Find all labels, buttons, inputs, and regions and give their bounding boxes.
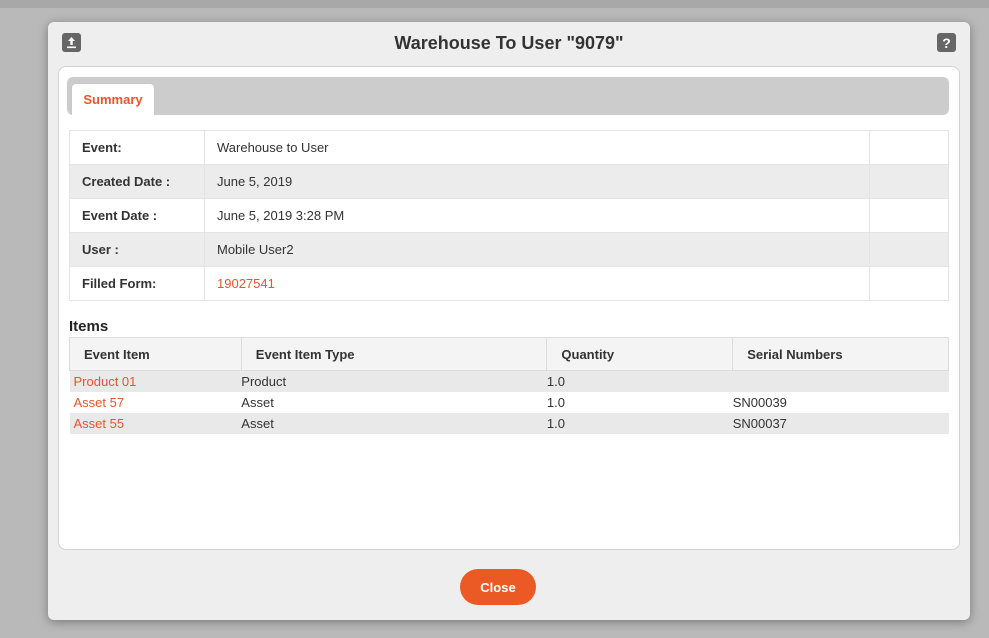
column-header-quantity[interactable]: Quantity	[546, 337, 734, 371]
event-item-type: Asset	[241, 413, 547, 434]
summary-table: Event: Warehouse to User Created Date : …	[69, 130, 949, 301]
close-button[interactable]: Close	[460, 569, 536, 605]
column-header-event-item[interactable]: Event Item	[69, 337, 242, 371]
quantity-cell: 1.0	[546, 395, 565, 410]
items-table: Event Item Event Item Type Quantity Seri…	[69, 337, 949, 434]
summary-label: Event Date :	[69, 198, 205, 233]
event-item-type: Product	[241, 370, 547, 392]
summary-row-filled-form: Filled Form: 19027541	[69, 266, 949, 301]
quantity-cell: 1.0	[546, 413, 733, 434]
quantity-cell: 1.0	[546, 370, 733, 392]
content-panel: Summary Event: Warehouse to User Created…	[58, 66, 960, 550]
summary-row-event: Event: Warehouse to User	[69, 130, 949, 165]
dialog-titlebar: Warehouse To User "9079" ?	[48, 22, 970, 64]
summary-label: User :	[69, 232, 205, 267]
event-item-link[interactable]: Product 01	[74, 374, 137, 389]
event-dialog: Warehouse To User "9079" ? Summary Event…	[48, 22, 970, 620]
items-heading: Items	[69, 318, 109, 335]
summary-label: Event:	[69, 130, 205, 165]
items-header-row: Event Item Event Item Type Quantity Seri…	[69, 337, 949, 371]
serial-number-cell: SN00039	[732, 395, 787, 410]
summary-value: Mobile User2	[204, 232, 870, 267]
event-item-link[interactable]: Asset 55	[74, 416, 125, 431]
event-item-type: Asset	[241, 395, 274, 410]
summary-row-user: User : Mobile User2	[69, 232, 949, 267]
tab-bar: Summary	[67, 77, 949, 115]
tab-summary[interactable]: Summary	[71, 83, 155, 115]
table-row: Product 01 Product 1.0	[69, 370, 949, 392]
column-header-serial-numbers[interactable]: Serial Numbers	[732, 337, 949, 371]
summary-row-event-date: Event Date : June 5, 2019 3:28 PM	[69, 198, 949, 233]
event-item-link[interactable]: Asset 57	[74, 395, 125, 410]
summary-label: Created Date :	[69, 164, 205, 199]
summary-value: Warehouse to User	[204, 130, 870, 165]
serial-number-cell	[732, 370, 949, 392]
backdrop	[0, 0, 989, 8]
summary-label: Filled Form:	[69, 266, 205, 301]
filled-form-link[interactable]: 19027541	[217, 276, 275, 291]
summary-value: June 5, 2019	[204, 164, 870, 199]
table-row: Asset 57 Asset 1.0 SN00039	[70, 392, 949, 413]
dialog-title: Warehouse To User "9079"	[394, 33, 624, 53]
serial-number-cell: SN00037	[732, 413, 949, 434]
summary-value: June 5, 2019 3:28 PM	[204, 198, 870, 233]
help-icon[interactable]: ?	[937, 33, 956, 52]
column-header-event-item-type[interactable]: Event Item Type	[240, 337, 548, 371]
table-row: Asset 55 Asset 1.0 SN00037	[69, 413, 949, 434]
summary-row-created-date: Created Date : June 5, 2019	[69, 164, 949, 199]
